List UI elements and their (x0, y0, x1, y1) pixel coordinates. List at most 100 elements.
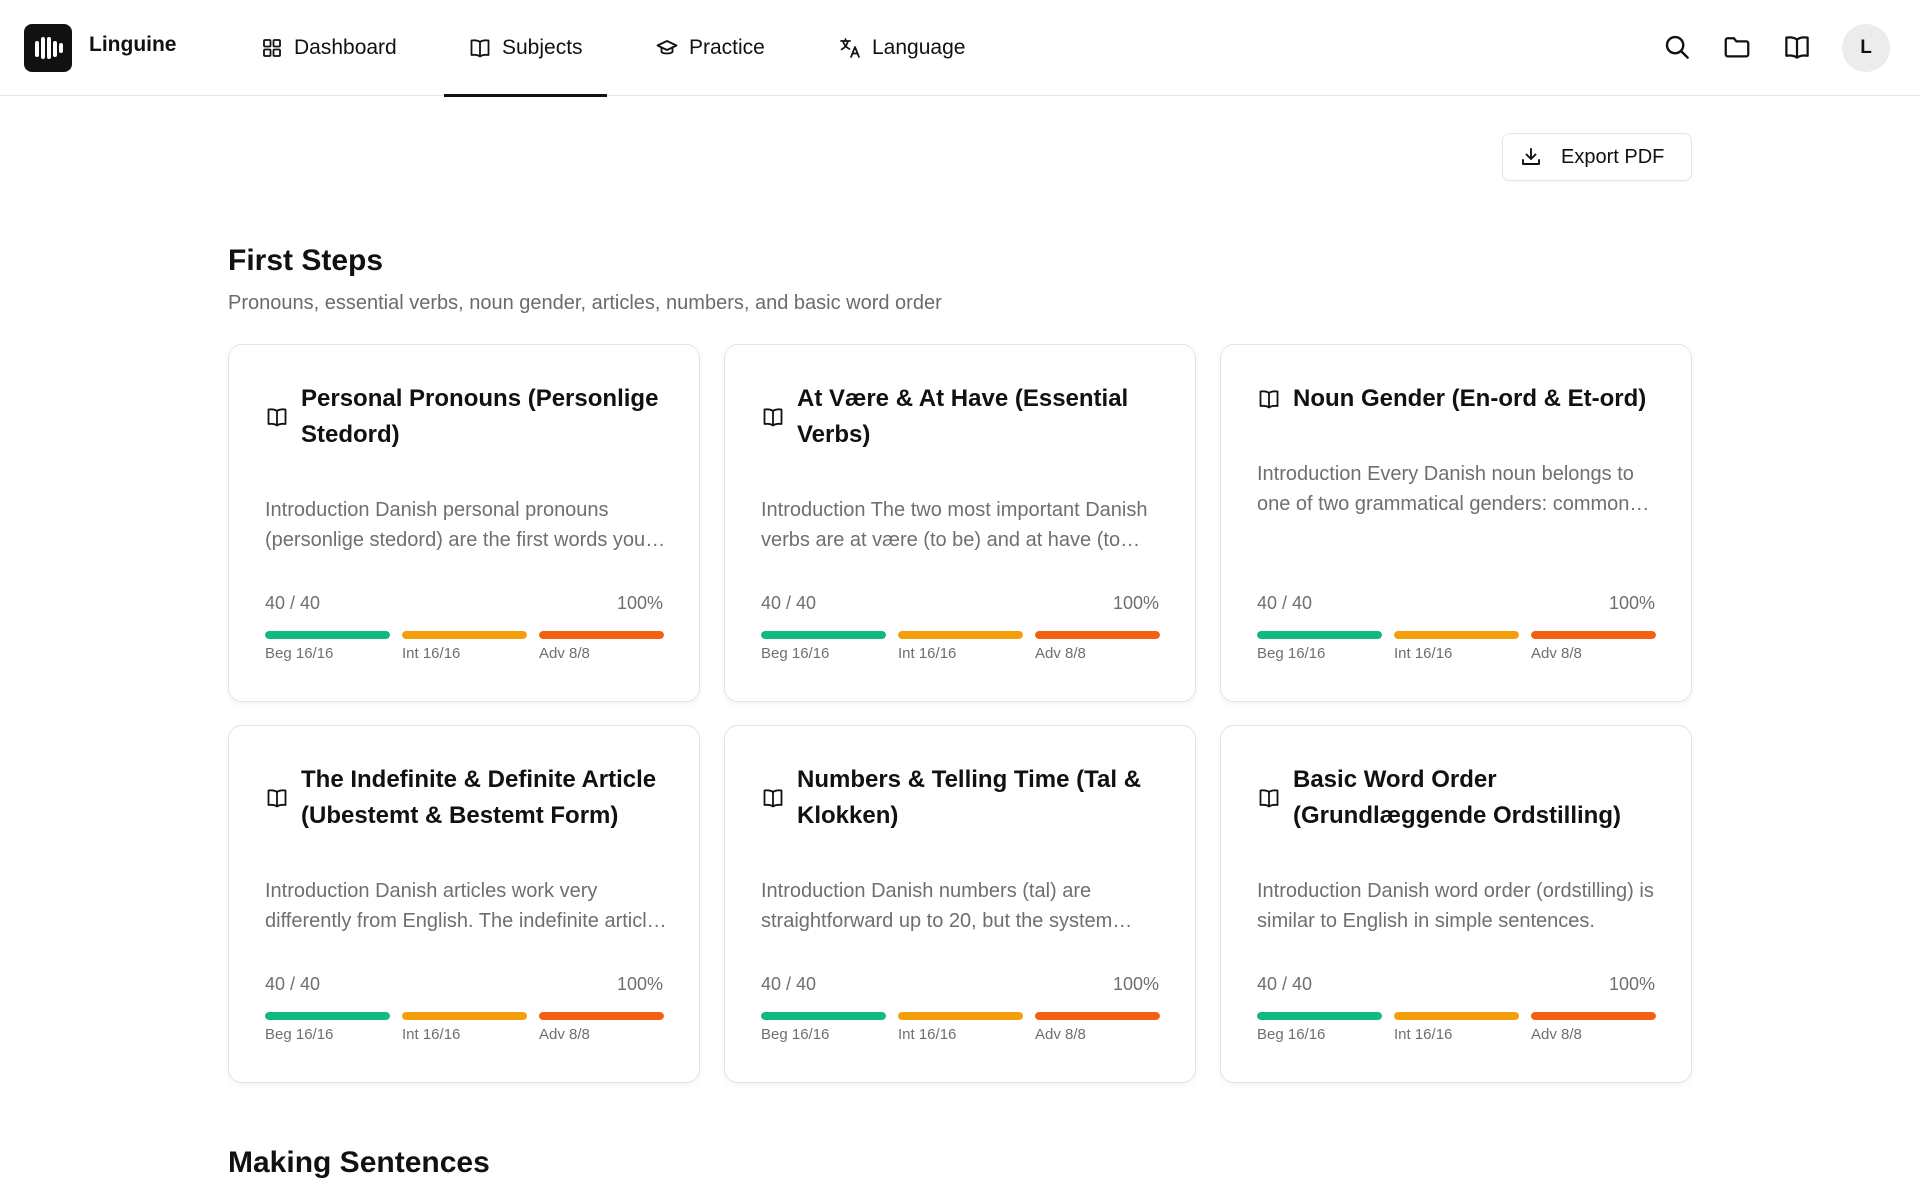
level-progress-label: Int 16/16 (402, 1026, 461, 1043)
book-open-icon (763, 408, 783, 427)
level-progress-fill (1257, 1012, 1382, 1020)
book-open-icon (470, 39, 490, 58)
level-progress-bar-adv (539, 631, 664, 639)
level-progress-bar-beg (1257, 631, 1382, 639)
card-title: At Være & At Have (Essential Verbs) (797, 385, 1129, 448)
subject-card[interactable]: Noun Gender (En-ord & Et-ord) Introductio… (1220, 344, 1692, 702)
level-progress-bar-adv (1035, 631, 1160, 639)
grid-icon (263, 39, 281, 57)
tab-practice[interactable]: Practice (655, 0, 765, 96)
card-progress-percent: 100% (1608, 974, 1655, 994)
level-progress-fill (898, 631, 1023, 639)
level-progress-label: Beg 16/16 (265, 1026, 334, 1043)
app-logo[interactable] (24, 24, 72, 72)
book-open-icon (1259, 789, 1279, 808)
search-button[interactable] (1660, 30, 1694, 64)
level-progress-fill (898, 1012, 1023, 1020)
level-progress-bar-adv (1035, 1012, 1160, 1020)
card-progress-count: 40 / 40 (761, 593, 817, 613)
subject-card[interactable]: Basic Word Order (Grundlæggende Ordstill… (1220, 725, 1692, 1083)
level-progress-bar-int (1394, 631, 1519, 639)
level-progress-label: Int 16/16 (1394, 645, 1453, 662)
card-title: Basic Word Order (Grundlæggende Ordstill… (1293, 766, 1621, 829)
card-progress-count: 40 / 40 (265, 974, 321, 994)
card-progress-count: 40 / 40 (265, 593, 321, 613)
level-progress-label: Int 16/16 (1394, 1026, 1453, 1043)
level-progress-fill (402, 631, 527, 639)
tab-language-label: Language (872, 36, 966, 59)
card-description: Introduction Danish articles work very d… (265, 880, 658, 932)
level-progress-label: Int 16/16 (898, 1026, 957, 1043)
level-progress-fill (761, 631, 886, 639)
card-description: Introduction Danish word order (ordstill… (1257, 880, 1654, 932)
search-icon (1665, 35, 1689, 59)
tab-practice-label: Practice (689, 36, 765, 59)
book-open-icon (267, 789, 287, 808)
tab-dashboard-label: Dashboard (294, 36, 397, 59)
library-button[interactable] (1780, 30, 1814, 64)
level-progress-bar-beg (265, 631, 390, 639)
folder-button[interactable] (1720, 30, 1754, 64)
level-progress-fill (1394, 1012, 1519, 1020)
level-progress-fill (1531, 1012, 1656, 1020)
level-progress-bar-beg (761, 631, 886, 639)
subject-card[interactable]: At Være & At Have (Essential Verbs) Intro… (724, 344, 1196, 702)
card-title: Personal Pronouns (Personlige Stedord) (301, 385, 659, 448)
card-description: Introduction Danish numbers (tal) are st… (761, 880, 1113, 932)
subject-card[interactable]: Personal Pronouns (Personlige Stedord) In… (228, 344, 700, 702)
level-progress-fill (1035, 1012, 1160, 1020)
level-progress-label: Int 16/16 (898, 645, 957, 662)
level-progress-label: Int 16/16 (402, 645, 461, 662)
level-progress-label: Adv 8/8 (539, 645, 590, 662)
tab-dashboard[interactable]: Dashboard (260, 0, 397, 96)
download-icon (1522, 148, 1540, 165)
level-progress-bar-int (1394, 1012, 1519, 1020)
app-brand-name: Linguine (89, 33, 177, 56)
level-progress-fill (1257, 631, 1382, 639)
book-open-icon (267, 408, 287, 427)
tab-subjects[interactable]: Subjects (444, 0, 607, 97)
level-progress-bar-int (402, 631, 527, 639)
top-navigation-bar: Linguine Dashboard Subjects Practice Lan… (0, 0, 1920, 97)
card-title: The Indefinite & Definite Article (Ubest… (301, 766, 657, 829)
level-progress-bar-adv (1531, 1012, 1656, 1020)
level-progress-bar-beg (1257, 1012, 1382, 1020)
level-progress-fill (402, 1012, 527, 1020)
level-progress-bar-adv (539, 1012, 664, 1020)
level-progress-label: Adv 8/8 (539, 1026, 590, 1043)
level-progress-fill (1531, 631, 1656, 639)
card-progress-count: 40 / 40 (1257, 593, 1313, 613)
tab-subjects-label: Subjects (502, 36, 583, 59)
level-progress-bar-beg (265, 1012, 390, 1020)
export-pdf-button[interactable]: Export PDF (1502, 133, 1692, 181)
export-pdf-label: Export PDF (1561, 145, 1665, 168)
level-progress-fill (1035, 631, 1160, 639)
translate-icon (840, 38, 860, 58)
tab-language[interactable]: Language (838, 0, 965, 96)
subject-card[interactable]: Numbers & Telling Time (Tal & Klokken) In… (724, 725, 1196, 1083)
level-progress-fill (265, 1012, 390, 1020)
card-progress-count: 40 / 40 (1257, 974, 1313, 994)
level-progress-label: Adv 8/8 (1035, 645, 1086, 662)
subject-card[interactable]: The Indefinite & Definite Article (Ubest… (228, 725, 700, 1083)
section-subtitle: Pronouns, essential verbs, noun gender, … (228, 292, 942, 314)
card-progress-percent: 100% (1608, 593, 1655, 613)
book-open-icon (1259, 390, 1279, 409)
logo-icon (35, 37, 63, 59)
card-description: Introduction Every Danish noun belongs t… (1257, 463, 1634, 515)
level-progress-label: Adv 8/8 (1531, 645, 1582, 662)
level-progress-label: Beg 16/16 (1257, 645, 1326, 662)
level-progress-label: Beg 16/16 (265, 645, 334, 662)
folder-icon (1724, 37, 1750, 58)
section-title: Making Sentences (228, 1146, 490, 1179)
section-title: First Steps (228, 244, 384, 277)
card-progress-percent: 100% (1112, 974, 1159, 994)
card-title: Noun Gender (En-ord & Et-ord) (1293, 385, 1647, 412)
card-progress-count: 40 / 40 (761, 974, 817, 994)
level-progress-bar-beg (761, 1012, 886, 1020)
level-progress-bar-adv (1531, 631, 1656, 639)
user-avatar[interactable]: L (1842, 24, 1890, 72)
level-progress-fill (265, 631, 390, 639)
card-progress-percent: 100% (616, 593, 663, 613)
card-progress-percent: 100% (616, 974, 663, 994)
